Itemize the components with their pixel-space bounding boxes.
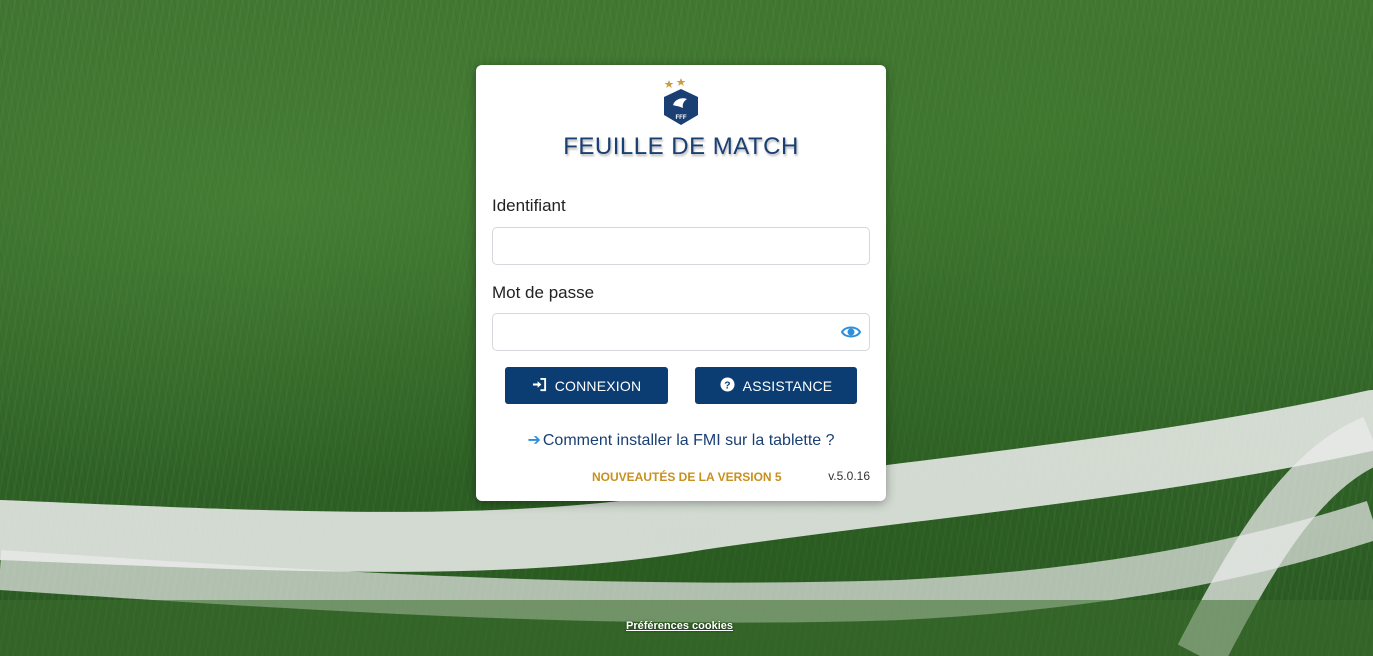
eye-icon[interactable] xyxy=(840,323,862,341)
username-field[interactable] xyxy=(492,227,870,265)
cookie-preferences-link[interactable]: Préférences cookies xyxy=(626,620,733,632)
login-card: FFF FEUILLE DE MATCH Identifiant Mot de … xyxy=(476,65,886,501)
arrow-right-icon: ➔ xyxy=(527,432,541,449)
svg-text:FFF: FFF xyxy=(676,115,687,121)
username-label: Identifiant xyxy=(492,196,566,215)
password-label: Mot de passe xyxy=(492,283,595,302)
sign-in-icon xyxy=(532,377,547,395)
svg-text:?: ? xyxy=(724,380,730,391)
assistance-button[interactable]: ? ASSISTANCE xyxy=(695,367,857,404)
connexion-button[interactable]: CONNEXION xyxy=(505,367,668,404)
question-circle-icon: ? xyxy=(720,376,735,395)
install-help-link[interactable]: ➔ Comment installer la FMI sur la tablett… xyxy=(476,430,886,450)
connexion-button-label: CONNEXION xyxy=(554,377,642,394)
page-title: FEUILLE DE MATCH xyxy=(563,133,799,160)
password-field[interactable] xyxy=(492,313,870,351)
version-number: v.5.0.16 xyxy=(828,469,870,483)
fff-rooster-crest-icon: FFF xyxy=(660,75,702,127)
assistance-button-label: ASSISTANCE xyxy=(742,377,833,394)
install-help-label: Comment installer la FMI sur la tablette… xyxy=(542,432,835,449)
version-news-link[interactable]: NOUVEAUTÉS DE LA VERSION 5 xyxy=(592,470,782,484)
